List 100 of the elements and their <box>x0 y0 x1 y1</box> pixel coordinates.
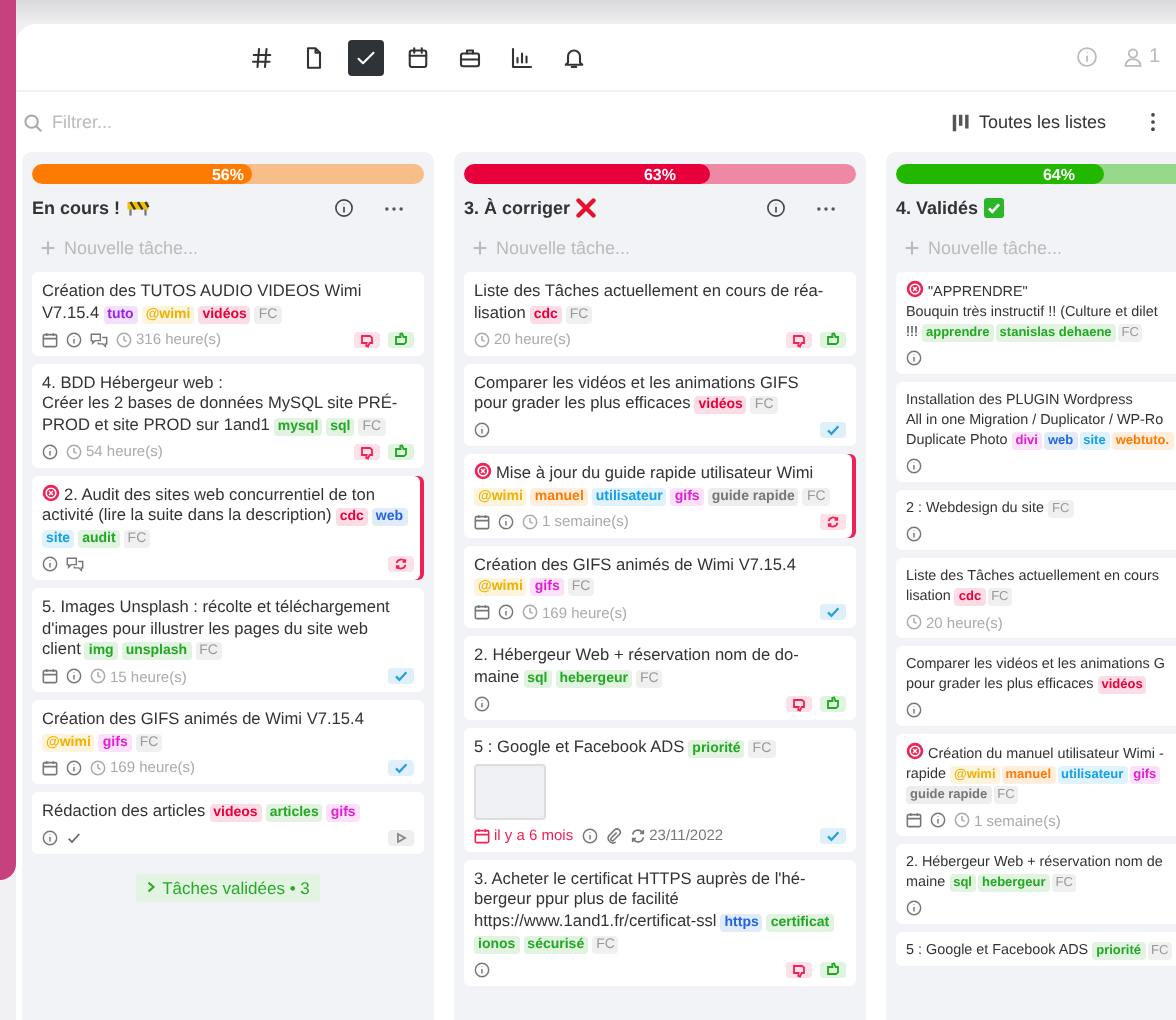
calendar-icon <box>406 45 430 69</box>
thumbs-up-icon[interactable] <box>820 961 846 977</box>
task-title-line: PROD et site PROD sur 1and1 <box>42 413 270 433</box>
info-icon[interactable] <box>766 198 786 218</box>
task-title-line: Créer les 2 bases de données MySQL site PRÉ- <box>42 392 398 412</box>
thumbs-up-icon[interactable] <box>820 331 846 347</box>
task-title-line: 5. Images Unsplash : récolte et téléchargement <box>42 596 390 616</box>
task-title-line: Liste des Tâches actuellement en cours de réa- <box>474 280 824 300</box>
comments-icon <box>66 556 84 572</box>
paperclip-icon <box>605 827 622 843</box>
task-title-line: activité (lire la suite dans la description) <box>42 504 332 524</box>
search-icon <box>22 111 44 133</box>
comments-icon <box>90 331 108 347</box>
task-title-line: Mise à jour du guide rapide utilisateur Wimi <box>496 462 814 482</box>
list-title: En cours ! <box>32 198 121 218</box>
clock-icon <box>474 331 490 347</box>
info-icon <box>474 695 490 711</box>
task-title-line: bergeur ppur plus de facilité <box>474 888 679 908</box>
info-icon <box>498 513 514 529</box>
info-icon <box>42 556 58 572</box>
thumbs-up-icon[interactable] <box>388 443 414 459</box>
info-icon <box>906 458 922 474</box>
info-icon <box>498 604 514 620</box>
plus-icon <box>904 240 920 256</box>
calendar-icon <box>42 668 58 684</box>
clock-icon <box>116 331 132 347</box>
info-icon <box>906 526 922 542</box>
check-icon[interactable] <box>820 422 846 438</box>
task-title-line: Création des GIFS animés de Wimi V7.15.4 <box>42 708 364 728</box>
task-title-line: V7.15.4 <box>42 301 100 321</box>
check-tool-button[interactable] <box>348 39 384 75</box>
calendar-icon <box>906 812 922 828</box>
task-title-line: Comparer les vidéos et les animations GIFS <box>474 371 799 391</box>
task-title-line: 2. Hébergeur Web + réservation nom de do- <box>474 644 799 664</box>
info-icon <box>906 702 922 718</box>
info-icon <box>66 331 82 347</box>
info-icon <box>42 829 58 845</box>
task-title-line: Création des TUTOS AUDIO VIDEOS Wimi <box>42 280 362 300</box>
clock-icon <box>906 614 922 630</box>
clock-icon <box>954 812 970 828</box>
calendar-icon <box>42 759 58 775</box>
bell-icon <box>562 45 586 69</box>
check-icon[interactable] <box>388 668 414 684</box>
task-title-line: pour grader les plus efficaces <box>474 392 691 412</box>
sync-icon[interactable] <box>388 556 414 572</box>
progress-label: 63% <box>643 165 676 183</box>
calendar-icon <box>474 827 490 843</box>
clock-icon <box>90 668 106 684</box>
thumbs-down-icon[interactable] <box>786 331 812 347</box>
clock-icon <box>66 443 82 459</box>
thumbs-down-icon[interactable] <box>354 331 380 347</box>
sync-icon[interactable] <box>820 513 846 529</box>
progress-label: 64% <box>1042 165 1075 183</box>
info-icon <box>42 443 58 459</box>
clock-icon <box>90 759 106 775</box>
task-title-line: 3. Acheter le certificat HTTPS auprès de l'hé- <box>474 867 806 887</box>
filter-field[interactable]: Filtrer... <box>52 112 172 132</box>
plus-icon <box>40 240 56 256</box>
check-icon <box>66 829 82 845</box>
info-icon <box>474 422 490 438</box>
cross-icon <box>576 198 597 218</box>
sync-icon <box>629 827 646 843</box>
thumbs-down-icon[interactable] <box>786 961 812 977</box>
task-title-line: Rédaction des articles <box>42 799 206 819</box>
hash-icon <box>250 45 274 69</box>
info-icon <box>474 961 490 977</box>
task-title-line: Création des GIFS animés de Wimi V7.15.4 <box>474 553 796 573</box>
task-title-line: 2. Audit des sites web concurrentiel de ton <box>64 483 375 503</box>
check-icon[interactable] <box>820 604 846 620</box>
check-icon[interactable] <box>388 759 414 775</box>
user-icon <box>1122 46 1145 68</box>
plus-icon <box>472 240 488 256</box>
check-icon[interactable] <box>820 827 846 843</box>
chevron-icon <box>146 880 157 894</box>
info-icon <box>66 668 82 684</box>
task-title-line: d'images pour illustrer les pages du site web <box>42 617 368 637</box>
info-icon <box>66 759 82 775</box>
info-icon <box>906 900 922 916</box>
task-title-line: https://www.1and1.fr/certificat-ssl <box>474 909 717 929</box>
calendar-icon <box>42 331 58 347</box>
all-lists-button[interactable]: Toutes les listes <box>950 111 1106 133</box>
more-options-icon[interactable] <box>1150 112 1156 132</box>
info-icon[interactable] <box>334 198 354 218</box>
play-icon[interactable] <box>388 829 414 845</box>
task-title-line: client <box>42 638 81 658</box>
more-icon[interactable] <box>384 205 404 211</box>
info-icon <box>581 827 598 843</box>
task-title-line: maine <box>474 665 520 685</box>
calendar-icon <box>474 513 490 529</box>
task-title-line: 4. BDD Hébergeur web : <box>42 371 223 391</box>
calendar-icon <box>474 604 490 620</box>
list-title: 4. Validés <box>896 198 979 218</box>
thumbs-up-icon[interactable] <box>820 695 846 711</box>
thumbs-down-icon[interactable] <box>786 695 812 711</box>
thumbs-down-icon[interactable] <box>354 443 380 459</box>
thumbs-up-icon[interactable] <box>388 331 414 347</box>
more-icon[interactable] <box>816 205 836 211</box>
info-icon <box>930 812 946 828</box>
chart-icon <box>510 45 534 69</box>
checkbox-icon <box>984 198 1005 218</box>
